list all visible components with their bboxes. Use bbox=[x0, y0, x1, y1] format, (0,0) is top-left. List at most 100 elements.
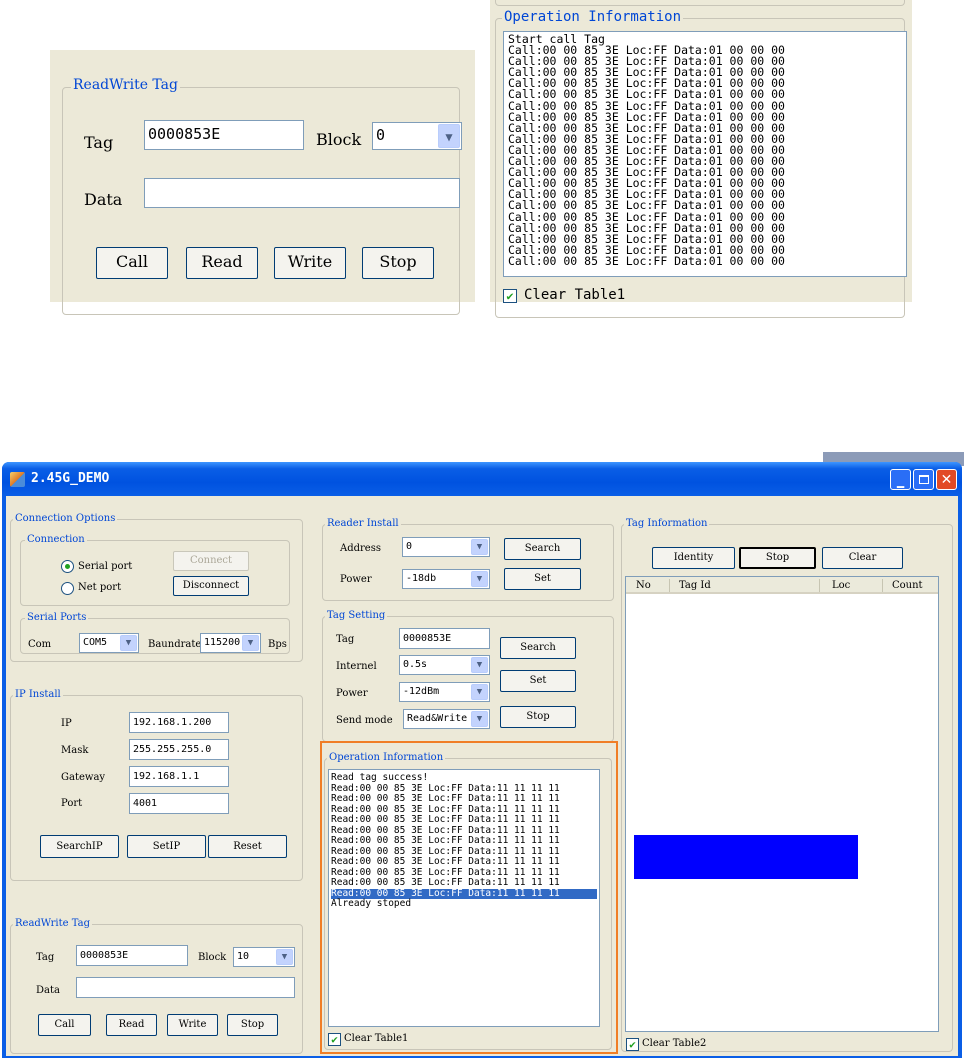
baudrate-select[interactable]: 115200 ▼ bbox=[200, 633, 261, 653]
net-port-radio[interactable] bbox=[61, 582, 74, 595]
log-line[interactable]: Call:00 00 85 3E Loc:FF Data:01 00 00 00 bbox=[508, 255, 902, 267]
gateway-input[interactable]: 192.168.1.1 bbox=[129, 766, 229, 787]
rw-block-select[interactable]: 10 ▼ bbox=[233, 947, 295, 967]
tag-stop-button[interactable]: Stop bbox=[739, 547, 816, 569]
com-label: Com bbox=[28, 639, 52, 650]
rw-read-button[interactable]: Read bbox=[106, 1014, 157, 1036]
rw-data-label: Data bbox=[36, 985, 60, 996]
column-count[interactable]: Count bbox=[892, 580, 923, 591]
close-icon: ✕ bbox=[940, 472, 953, 488]
zoom-read-button[interactable]: Read bbox=[186, 247, 258, 279]
connection-title: Connection bbox=[25, 534, 87, 545]
chevron-down-icon[interactable]: ▼ bbox=[120, 635, 137, 651]
serial-port-radio[interactable] bbox=[61, 560, 74, 573]
reader-search-button[interactable]: Search bbox=[504, 538, 581, 560]
zoom-operation-log[interactable]: Start call Tag Call:00 00 85 3E Loc:FF Da… bbox=[503, 31, 907, 277]
tag-clear-button[interactable]: Clear bbox=[822, 547, 903, 569]
rw-block-value: 10 bbox=[237, 951, 250, 962]
internel-select[interactable]: 0.5s ▼ bbox=[399, 655, 490, 675]
rw-tag-input[interactable]: 0000853E bbox=[76, 945, 188, 966]
disconnect-button[interactable]: Disconnect bbox=[173, 576, 249, 596]
address-select[interactable]: 0 ▼ bbox=[402, 537, 490, 557]
maximize-button[interactable] bbox=[913, 469, 934, 490]
mask-label: Mask bbox=[61, 745, 89, 756]
rw-data-input[interactable] bbox=[76, 977, 295, 998]
reader-power-value: -18db bbox=[406, 573, 437, 584]
minimize-button[interactable]: ▁ bbox=[890, 469, 911, 490]
chevron-down-icon[interactable]: ▼ bbox=[471, 684, 488, 700]
clear-table1-label: Clear Table1 bbox=[344, 1033, 409, 1044]
clear-table1-checkbox[interactable]: ✔ bbox=[328, 1033, 341, 1046]
identity-button[interactable]: Identity bbox=[652, 547, 735, 569]
title-bar[interactable]: 2.45G_DEMO ▁ ✕ bbox=[2, 462, 962, 496]
reader-power-label: Power bbox=[340, 574, 372, 585]
maximize-icon bbox=[919, 475, 929, 484]
chevron-down-icon[interactable]: ▼ bbox=[471, 539, 488, 555]
ts-stop-button[interactable]: Stop bbox=[500, 706, 576, 728]
baudrate-label: Baundrate bbox=[148, 639, 202, 650]
zoom-data-label: Data bbox=[84, 190, 123, 209]
zoom-data-input[interactable] bbox=[144, 178, 460, 208]
reader-power-select[interactable]: -18db ▼ bbox=[402, 569, 490, 589]
app-window: 2.45G_DEMO ▁ ✕ Connection Options Connec… bbox=[2, 462, 962, 1058]
chevron-down-icon[interactable]: ▼ bbox=[438, 124, 460, 148]
log-line[interactable]: Read tag success! bbox=[331, 772, 597, 784]
zoom-clear-table1-checkbox[interactable]: ✔ bbox=[503, 289, 517, 303]
zoom-block-select[interactable]: 0 ▼ bbox=[372, 122, 462, 150]
log-line[interactable]: Read:00 00 85 3E Loc:FF Data:11 11 11 11 bbox=[331, 793, 597, 805]
chevron-down-icon[interactable]: ▼ bbox=[471, 571, 488, 587]
ts-set-button[interactable]: Set bbox=[500, 670, 576, 692]
tag-list[interactable]: No Tag Id Loc Count bbox=[625, 576, 939, 1032]
log-line[interactable]: Already stoped bbox=[331, 898, 597, 910]
mask-input[interactable]: 255.255.255.0 bbox=[129, 739, 229, 760]
rw-call-button[interactable]: Call bbox=[38, 1014, 91, 1036]
bps-label: Bps bbox=[268, 639, 287, 650]
log-line[interactable]: Read:00 00 85 3E Loc:FF Data:11 11 11 11 bbox=[331, 877, 597, 889]
log-line[interactable]: Read:00 00 85 3E Loc:FF Data:11 11 11 11 bbox=[331, 835, 597, 847]
log-line[interactable]: Read:00 00 85 3E Loc:FF Data:11 11 11 11 bbox=[331, 814, 597, 826]
close-button[interactable]: ✕ bbox=[936, 469, 957, 490]
address-value: 0 bbox=[406, 541, 413, 552]
send-mode-label: Send mode bbox=[336, 715, 393, 726]
baudrate-value: 115200 bbox=[204, 637, 241, 648]
column-loc[interactable]: Loc bbox=[832, 580, 850, 591]
rw-stop-button[interactable]: Stop bbox=[227, 1014, 278, 1036]
operation-info-title: Operation Information bbox=[327, 752, 446, 763]
connect-button[interactable]: Connect bbox=[173, 551, 249, 571]
minimize-icon: ▁ bbox=[896, 474, 905, 488]
ts-power-select[interactable]: -12dBm ▼ bbox=[399, 682, 490, 702]
zoom-block-value: 0 bbox=[376, 126, 386, 144]
port-input[interactable]: 4001 bbox=[129, 793, 229, 814]
column-no[interactable]: No bbox=[636, 580, 651, 591]
ip-input[interactable]: 192.168.1.200 bbox=[129, 712, 229, 733]
ts-tag-input[interactable]: 0000853E bbox=[399, 628, 490, 649]
zoom-readwrite-panel: ReadWrite Tag Tag 0000853E Block 0 ▼ Dat… bbox=[50, 50, 475, 315]
set-ip-button[interactable]: SetIP bbox=[127, 835, 206, 858]
zoom-write-button[interactable]: Write bbox=[274, 247, 346, 279]
ts-tag-label: Tag bbox=[336, 634, 355, 645]
com-select[interactable]: COM5 ▼ bbox=[79, 633, 139, 653]
operation-log[interactable]: Read tag success! Read:00 00 85 3E Loc:FF… bbox=[328, 769, 600, 1027]
ts-search-button[interactable]: Search bbox=[500, 637, 576, 659]
ts-power-value: -12dBm bbox=[403, 686, 440, 697]
search-ip-button[interactable]: SearchIP bbox=[40, 835, 119, 858]
zoom-call-button[interactable]: Call bbox=[96, 247, 168, 279]
send-mode-select[interactable]: Read&Write ▼ bbox=[403, 709, 490, 729]
zoom-clear-table1-label: Clear Table1 bbox=[524, 287, 626, 303]
log-line[interactable]: Read:00 00 85 3E Loc:FF Data:11 11 11 11 bbox=[331, 856, 597, 868]
reader-set-button[interactable]: Set bbox=[504, 568, 581, 590]
zoom-tag-input[interactable]: 0000853E bbox=[144, 120, 304, 150]
ip-label: IP bbox=[61, 718, 72, 729]
chevron-down-icon[interactable]: ▼ bbox=[276, 949, 293, 965]
gateway-label: Gateway bbox=[61, 772, 106, 783]
clear-table2-checkbox[interactable]: ✔ bbox=[626, 1038, 639, 1051]
ts-power-label: Power bbox=[336, 688, 368, 699]
rw-write-button[interactable]: Write bbox=[167, 1014, 218, 1036]
column-tag-id[interactable]: Tag Id bbox=[679, 580, 711, 591]
reset-button[interactable]: Reset bbox=[208, 835, 287, 858]
chevron-down-icon[interactable]: ▼ bbox=[242, 635, 259, 651]
zoom-readwrite-title: ReadWrite Tag bbox=[71, 77, 180, 93]
chevron-down-icon[interactable]: ▼ bbox=[471, 657, 488, 673]
chevron-down-icon[interactable]: ▼ bbox=[471, 711, 488, 727]
zoom-stop-button[interactable]: Stop bbox=[362, 247, 434, 279]
